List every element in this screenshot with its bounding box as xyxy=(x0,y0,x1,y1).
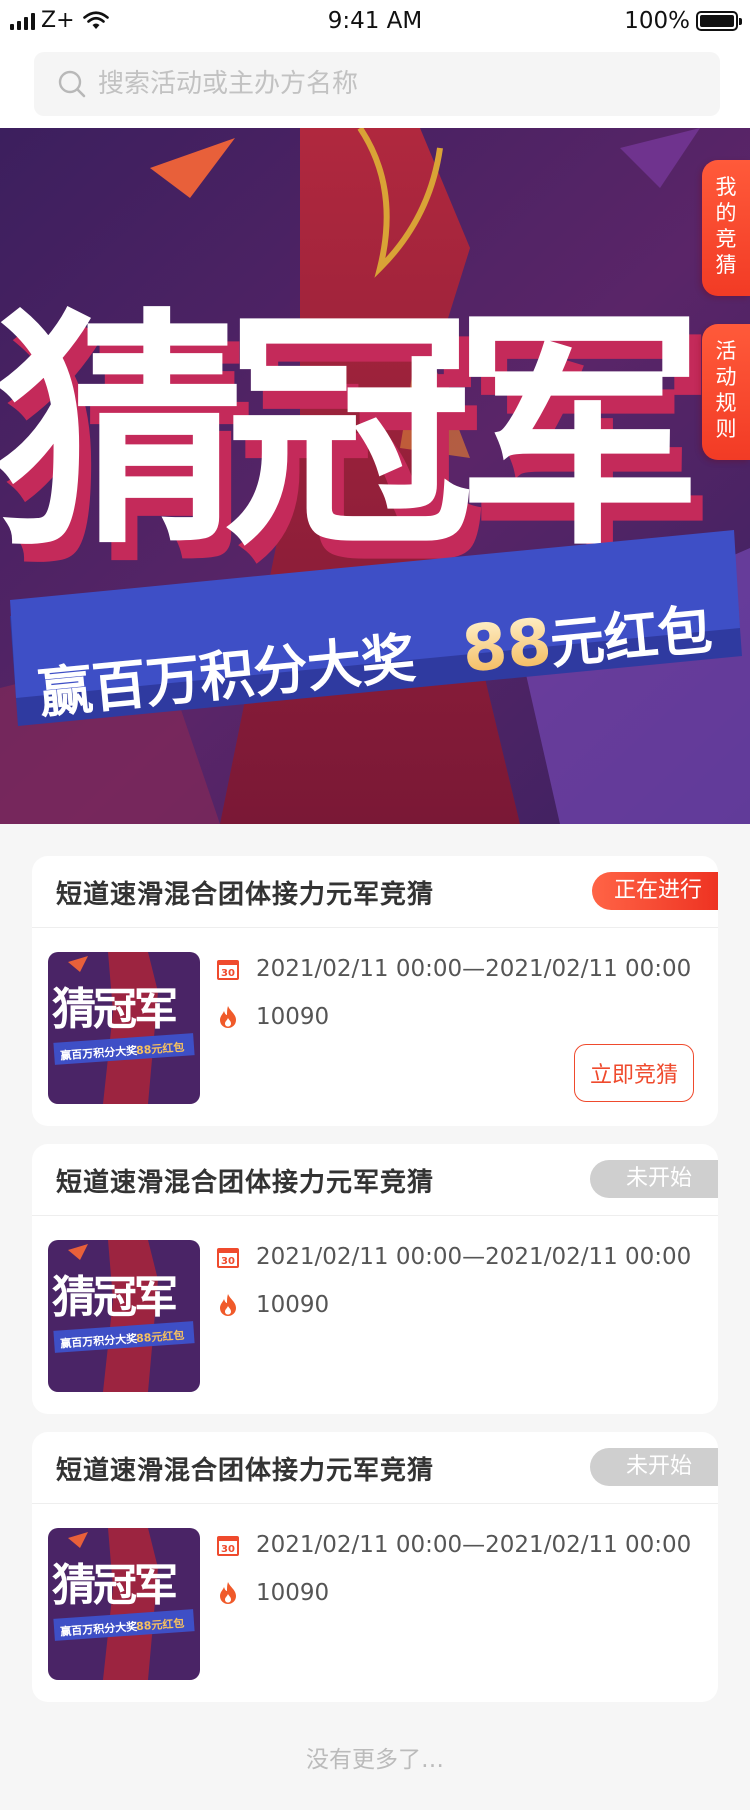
participants-row: 10090 xyxy=(216,1292,329,1318)
headline-text: 猜冠军 xyxy=(0,288,691,579)
card-title: 短道速滑混合团体接力元军竞猜 xyxy=(56,880,435,910)
date-row: 30 2021/02/11 00:00—2021/02/11 00:00 xyxy=(216,956,691,982)
flame-icon xyxy=(220,1294,236,1316)
calendar-icon: 30 xyxy=(217,960,239,980)
participant-count: 10090 xyxy=(256,1580,330,1606)
no-more-text: 没有更多了… xyxy=(306,1747,444,1773)
card-title: 短道速滑混合团体接力元军竞猜 xyxy=(56,1456,435,1486)
search-icon xyxy=(58,70,86,98)
date-row: 30 2021/02/11 00:00—2021/02/11 00:00 xyxy=(216,1244,691,1270)
guess-now-button[interactable]: 立即竞猜 xyxy=(574,1044,694,1102)
flame-icon xyxy=(220,1006,236,1028)
thumb-headline: 猜冠军 xyxy=(52,1272,176,1323)
participants-row: 10090 xyxy=(216,1004,329,1030)
card-header: 短道速滑混合团体接力元军竞猜 未开始 xyxy=(32,1144,718,1216)
date-range: 2021/02/11 00:00—2021/02/11 00:00 xyxy=(256,956,692,982)
date-range: 2021/02/11 00:00—2021/02/11 00:00 xyxy=(256,1244,692,1270)
event-thumbnail[interactable]: 猜冠军 赢百万积分大奖 88元红包 xyxy=(48,952,200,1104)
banner-artwork: 猜冠军 猜冠军 赢百万积分大奖 88 元红包 xyxy=(0,128,750,824)
status-badge: 未开始 xyxy=(590,1160,718,1198)
participant-count: 10090 xyxy=(256,1292,330,1318)
status-right: 100% xyxy=(624,8,742,34)
rules-label: 活动规则 xyxy=(715,339,737,441)
status-bar: Z+ 9:41 AM 100% xyxy=(0,0,750,44)
search-input[interactable] xyxy=(98,69,658,99)
card-header: 短道速滑混合团体接力元军竞猜 未开始 xyxy=(32,1432,718,1504)
thumbnail-artwork: 猜冠军 赢百万积分大奖 88元红包 xyxy=(48,952,200,1104)
calendar-icon: 30 xyxy=(217,1248,239,1268)
rules-tab[interactable]: 活动规则 xyxy=(702,324,750,460)
event-thumbnail[interactable]: 猜冠军 赢百万积分大奖 88元红包 xyxy=(48,1528,200,1680)
flame-icon xyxy=(220,1582,236,1604)
battery-icon xyxy=(696,11,742,31)
status-badge: 未开始 xyxy=(590,1448,718,1486)
event-thumbnail[interactable]: 猜冠军 赢百万积分大奖 88元红包 xyxy=(48,1240,200,1392)
search-bar xyxy=(0,44,750,128)
date-row: 30 2021/02/11 00:00—2021/02/11 00:00 xyxy=(216,1532,691,1558)
thumbnail-artwork: 猜冠军 赢百万积分大奖 88元红包 xyxy=(48,1240,200,1392)
participants-row: 10090 xyxy=(216,1580,329,1606)
search-box[interactable] xyxy=(34,52,720,116)
svg-text:30: 30 xyxy=(221,1544,235,1555)
battery-fill xyxy=(700,15,734,27)
event-card[interactable]: 短道速滑混合团体接力元军竞猜 未开始 猜冠军 赢百万积分大奖 88元红包 30 … xyxy=(32,1144,718,1414)
card-header: 短道速滑混合团体接力元军竞猜 正在进行 xyxy=(32,856,718,928)
thumbnail-artwork: 猜冠军 赢百万积分大奖 88元红包 xyxy=(48,1528,200,1680)
my-guesses-tab[interactable]: 我的竞猜 xyxy=(702,160,750,296)
date-range: 2021/02/11 00:00—2021/02/11 00:00 xyxy=(256,1532,692,1558)
card-title: 短道速滑混合团体接力元军竞猜 xyxy=(56,1168,435,1198)
participant-count: 10090 xyxy=(256,1004,330,1030)
status-badge: 正在进行 xyxy=(591,872,718,910)
battery-percent: 100% xyxy=(624,8,690,34)
thumb-headline: 猜冠军 xyxy=(52,1560,176,1611)
event-card[interactable]: 短道速滑混合团体接力元军竞猜 正在进行 猜冠军 赢百万积分大奖 88元红包 30… xyxy=(32,856,718,1126)
thumb-headline: 猜冠军 xyxy=(52,984,176,1035)
event-card[interactable]: 短道速滑混合团体接力元军竞猜 未开始 猜冠军 赢百万积分大奖 88元红包 30 … xyxy=(32,1432,718,1702)
svg-text:30: 30 xyxy=(221,968,235,979)
hero-banner[interactable]: 猜冠军 猜冠军 赢百万积分大奖 88 元红包 我的竞猜 活动规则 xyxy=(0,128,750,824)
svg-text:30: 30 xyxy=(221,1256,235,1267)
banner-prize-number: 88 xyxy=(459,605,555,687)
calendar-icon: 30 xyxy=(217,1536,239,1556)
my-guesses-label: 我的竞猜 xyxy=(715,175,737,277)
